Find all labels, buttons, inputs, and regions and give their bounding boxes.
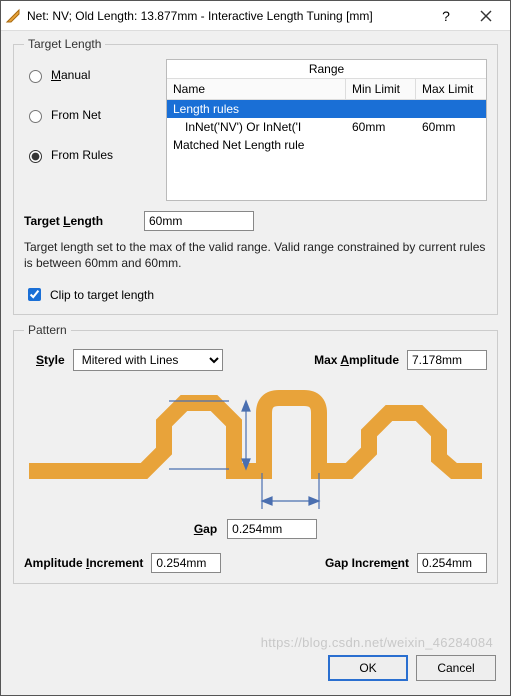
gap-input[interactable]: [227, 519, 317, 539]
gap-label: Gap: [194, 522, 217, 536]
target-length-group: Target Length Manual From Net From Rules…: [13, 37, 498, 315]
target-length-help: Target length set to the max of the vali…: [24, 239, 487, 271]
col-max[interactable]: Max Limit: [416, 79, 486, 99]
max-amplitude-label: Max Amplitude: [314, 353, 399, 367]
radio-from-net[interactable]: From Net: [24, 107, 154, 123]
radio-manual[interactable]: Manual: [24, 67, 154, 83]
table-row[interactable]: Matched Net Length rule: [167, 136, 486, 154]
style-label: Style: [36, 353, 65, 367]
amplitude-increment-label: Amplitude Increment: [24, 556, 143, 570]
gap-increment-input[interactable]: [417, 553, 487, 573]
gap-increment-label: Gap Increment: [325, 556, 409, 570]
target-length-input[interactable]: [144, 211, 254, 231]
col-name[interactable]: Name: [167, 79, 346, 99]
amplitude-increment-input[interactable]: [151, 553, 221, 573]
range-title: Range: [167, 60, 486, 79]
ok-button[interactable]: OK: [328, 655, 408, 681]
dialog-footer: OK Cancel: [1, 645, 510, 695]
range-header: Name Min Limit Max Limit: [167, 79, 486, 100]
radio-from-rules-input[interactable]: [29, 150, 42, 163]
window-title: Net: NV; Old Length: 13.877mm - Interact…: [27, 9, 426, 23]
pattern-diagram: [24, 383, 487, 513]
col-min[interactable]: Min Limit: [346, 79, 416, 99]
max-amplitude-input[interactable]: [407, 350, 487, 370]
range-table: Range Name Min Limit Max Limit Length ru…: [166, 59, 487, 201]
style-select[interactable]: Mitered with Lines: [73, 349, 223, 371]
app-icon: [5, 8, 21, 24]
radio-from-net-input[interactable]: [29, 110, 42, 123]
close-button[interactable]: [466, 2, 506, 30]
titlebar: Net: NV; Old Length: 13.877mm - Interact…: [1, 1, 510, 31]
clip-label: Clip to target length: [50, 288, 154, 302]
target-length-legend: Target Length: [24, 37, 105, 51]
cancel-button[interactable]: Cancel: [416, 655, 496, 681]
help-button[interactable]: ?: [426, 2, 466, 30]
table-row[interactable]: Length rules: [167, 100, 486, 118]
target-length-label: Target Length: [24, 214, 134, 228]
pattern-group: Pattern Style Mitered with Lines Max Amp…: [13, 323, 498, 584]
clip-checkbox[interactable]: [28, 288, 41, 301]
table-row[interactable]: InNet('NV') Or InNet('I 60mm 60mm: [167, 118, 486, 136]
radio-from-rules[interactable]: From Rules: [24, 147, 154, 163]
radio-manual-input[interactable]: [29, 70, 42, 83]
pattern-legend: Pattern: [24, 323, 71, 337]
